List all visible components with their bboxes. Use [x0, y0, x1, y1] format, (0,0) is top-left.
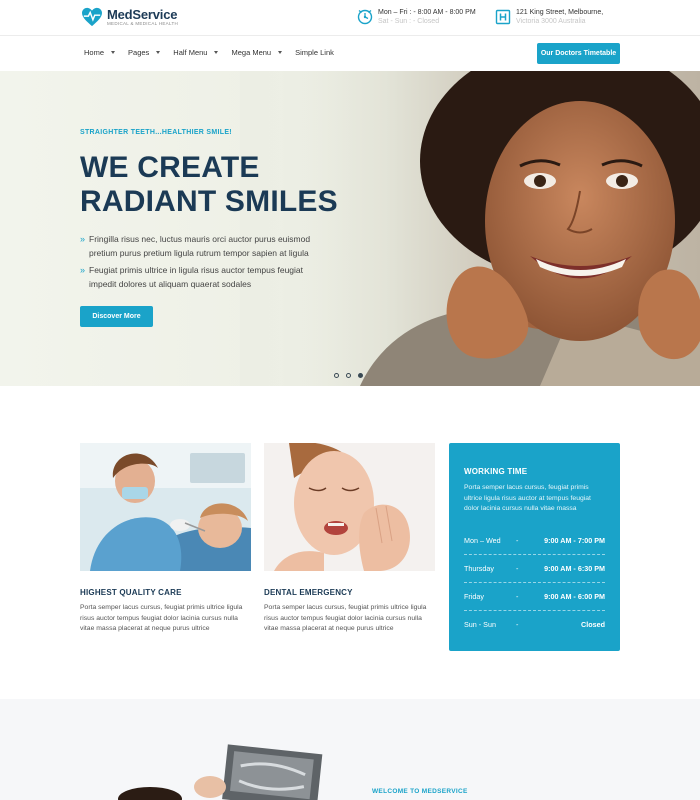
- nav-item-home[interactable]: Home: [84, 48, 116, 57]
- working-time-table: Mon – Wed - 9:00 AM - 7:00 PM Thursday -…: [464, 527, 605, 639]
- working-day: Thursday: [464, 563, 494, 573]
- doctor-xray-photo: [118, 744, 323, 800]
- working-hours: 9:00 AM - 7:00 PM: [544, 535, 605, 545]
- hospital-icon: [495, 9, 511, 25]
- feature-card-quality-care: HIGHEST QUALITY CARE Porta semper lacus …: [80, 443, 251, 635]
- toothache-woman-photo: [264, 442, 435, 571]
- slider-pagination: [334, 373, 370, 378]
- separator: -: [516, 620, 519, 629]
- chevron-down-icon: [156, 51, 161, 54]
- address-street: 121 King Street, Melbourne,: [516, 9, 604, 16]
- working-day: Mon – Wed: [464, 535, 501, 545]
- working-time-row: Friday - 9:00 AM - 6:00 PM: [464, 583, 605, 611]
- hero-subtitle: STRAIGHTER TEETH...HEALTHIER SMILE!: [80, 129, 232, 136]
- slider-dot-1[interactable]: [334, 373, 339, 378]
- working-time-panel: WORKING TIME Porta semper lacus cursus, …: [449, 443, 620, 651]
- dentist-treating-patient-photo: [80, 443, 251, 571]
- nav-item-label: Half Menu: [173, 48, 208, 57]
- smiling-woman-photo: [240, 71, 700, 386]
- nav-item-label: Mega Menu: [231, 48, 272, 57]
- chevron-down-icon: [111, 51, 116, 54]
- feature-card-dental-emergency: DENTAL EMERGENCY Porta semper lacus curs…: [264, 442, 435, 635]
- welcome-eyebrow: WELCOME TO MEDSERVICE: [372, 788, 468, 795]
- feature-title: DENTAL EMERGENCY: [264, 588, 353, 597]
- working-time-title: WORKING TIME: [464, 467, 528, 476]
- working-day: Friday: [464, 591, 484, 601]
- hours-weekdays: Mon – Fri : - 8:00 AM - 8:00 PM: [378, 9, 476, 16]
- chevron-down-icon: [214, 51, 219, 54]
- top-header: MedService MEDICAL & MEDICAL HEALTH Mon …: [0, 0, 700, 36]
- slider-dot-2[interactable]: [346, 373, 351, 378]
- about-section: WELCOME TO MEDSERVICE: [0, 699, 700, 800]
- opening-hours: Mon – Fri : - 8:00 AM - 8:00 PM Sat - Su…: [357, 8, 476, 26]
- clock-icon: [357, 9, 373, 25]
- hero-slider: STRAIGHTER TEETH...HEALTHIER SMILE! WE C…: [0, 71, 700, 386]
- slider-dot-3[interactable]: [358, 373, 363, 378]
- nav-item-label: Simple Link: [295, 48, 334, 57]
- doctors-timetable-button[interactable]: Our Doctors Timetable: [537, 43, 620, 64]
- separator: -: [516, 563, 519, 573]
- hero-title: WE CREATE RADIANT SMILES: [80, 151, 360, 219]
- hero-title-line: WE CREATE: [80, 151, 260, 184]
- working-hours: 9:00 AM - 6:30 PM: [544, 563, 605, 573]
- separator: -: [516, 591, 519, 601]
- hero-title-line: RADIANT SMILES: [80, 185, 338, 218]
- brand-name: MedService: [107, 6, 178, 22]
- address-city: Victoria 3000 Australia: [516, 18, 586, 25]
- hours-weekend: Sat - Sun : - Closed: [378, 18, 440, 25]
- working-hours: Closed: [581, 620, 605, 629]
- working-time-row: Thursday - 9:00 AM - 6:30 PM: [464, 555, 605, 583]
- logo[interactable]: MedService MEDICAL & MEDICAL HEALTH: [81, 7, 178, 27]
- feature-text: Porta semper lacus cursus, feugiat primi…: [264, 604, 427, 632]
- feature-title: HIGHEST QUALITY CARE: [80, 588, 182, 597]
- nav-item-pages[interactable]: Pages: [128, 48, 161, 57]
- brand-tagline: MEDICAL & MEDICAL HEALTH: [107, 20, 179, 26]
- separator: -: [516, 535, 519, 545]
- working-hours: 9:00 AM - 6:00 PM: [544, 591, 605, 601]
- nav-menu: Home Pages Half Menu Mega Menu Simple Li…: [84, 48, 347, 57]
- heart-pulse-icon: [82, 7, 102, 27]
- address: 121 King Street, Melbourne, Victoria 300…: [495, 8, 603, 26]
- working-time-row: Mon – Wed - 9:00 AM - 7:00 PM: [464, 527, 605, 555]
- nav-item-half-menu[interactable]: Half Menu: [173, 48, 219, 57]
- hero-bullet: Fringilla risus nec, luctus mauris orci …: [80, 233, 325, 260]
- nav-item-mega-menu[interactable]: Mega Menu: [231, 48, 283, 57]
- hero-bullet: Feugiat primis ultrice in ligula risus a…: [80, 264, 325, 291]
- discover-more-button[interactable]: Discover More: [80, 306, 153, 327]
- working-time-row: Sun - Sun - Closed: [464, 611, 605, 639]
- chevron-down-icon: [278, 51, 283, 54]
- working-day: Sun - Sun: [464, 620, 496, 629]
- nav-item-label: Pages: [128, 48, 150, 57]
- nav-item-label: Home: [84, 48, 105, 57]
- hero-bullets: Fringilla risus nec, luctus mauris orci …: [80, 233, 325, 295]
- nav-item-simple-link[interactable]: Simple Link: [295, 48, 334, 57]
- working-time-description: Porta semper lacus cursus, feugiat primi…: [464, 484, 591, 512]
- feature-text: Porta semper lacus cursus, feugiat primi…: [80, 604, 243, 632]
